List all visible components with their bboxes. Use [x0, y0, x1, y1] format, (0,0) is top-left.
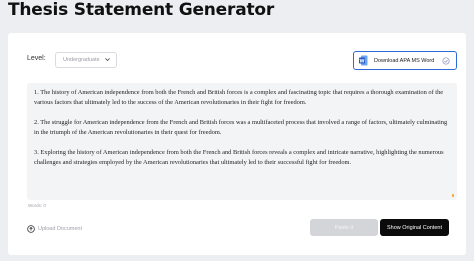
download-word-button[interactable]: W Download APA MS Word	[353, 51, 457, 70]
upload-label: Upload Document	[38, 226, 83, 232]
thesis-statement-1: 1. The history of American independence …	[34, 89, 444, 107]
thesis-statement-3: 3. Exploring the history of American ind…	[34, 149, 444, 167]
chevron-down-icon	[105, 58, 110, 62]
level-select[interactable]: Undergraduate	[55, 52, 117, 68]
page-title: Thesis Statement Generator	[8, 0, 275, 20]
resize-handle[interactable]	[452, 194, 454, 197]
output-text-area[interactable]: 1. The history of American independence …	[27, 83, 457, 200]
paste-button[interactable]: Paste it	[310, 219, 378, 236]
upload-document-button[interactable]: Upload Document	[27, 225, 82, 233]
download-label: Download APA MS Word	[374, 58, 435, 64]
check-circle-icon	[442, 57, 450, 65]
level-label: Level:	[27, 55, 46, 62]
word-count: Words: 0	[28, 203, 46, 208]
ms-word-icon: W	[359, 55, 368, 66]
paste-button-label: Paste it	[334, 224, 354, 231]
generator-card: Level: Undergraduate W Download APA MS W…	[8, 33, 466, 255]
thesis-statement-2: 2. The struggle for American independenc…	[34, 119, 448, 137]
show-original-content-label: Show Original Content	[386, 224, 443, 231]
upload-icon	[27, 225, 35, 233]
show-original-content-button[interactable]: Show Original Content	[380, 219, 449, 236]
level-select-value: Undergraduate	[63, 57, 100, 63]
svg-text:W: W	[359, 58, 364, 64]
